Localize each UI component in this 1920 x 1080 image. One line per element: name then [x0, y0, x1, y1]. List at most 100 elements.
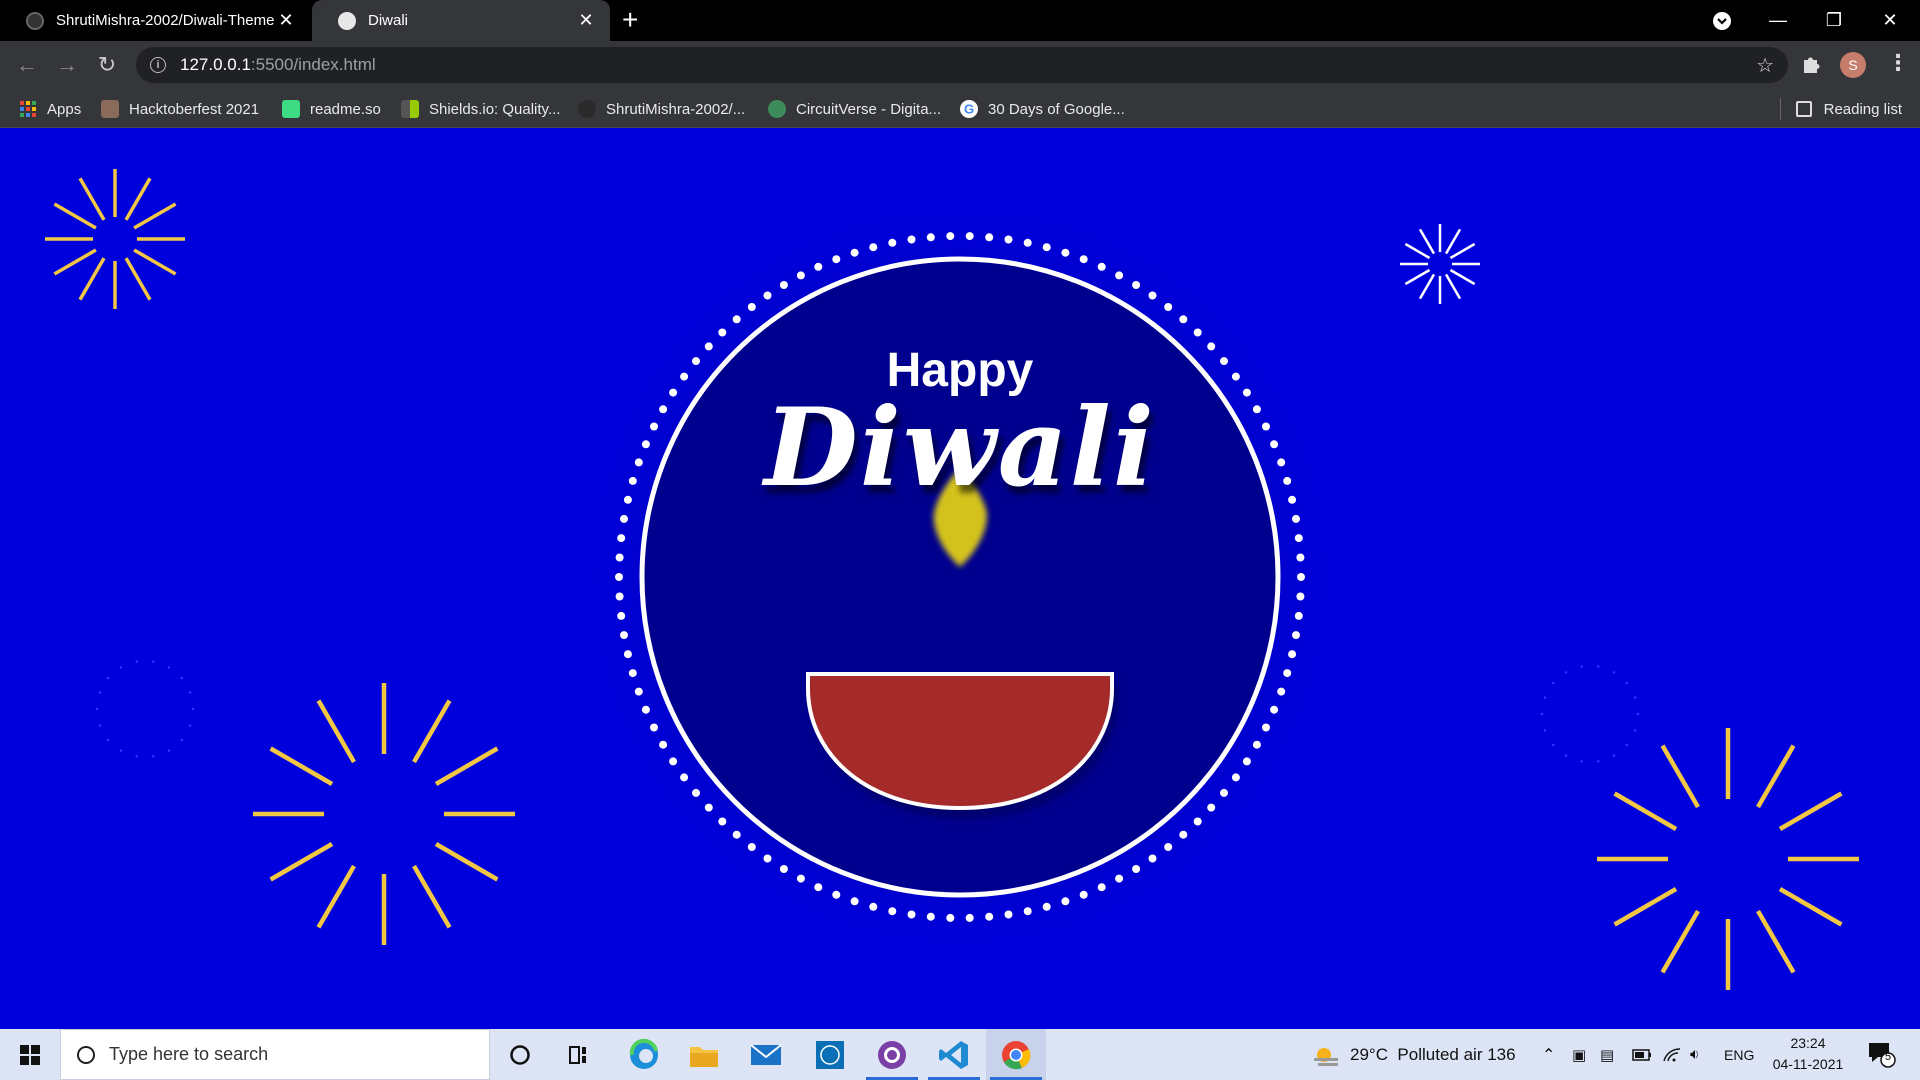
ring-dot [615, 573, 623, 581]
firework-ray [1778, 887, 1843, 927]
firework-ray [269, 842, 334, 882]
ring-dot [1132, 865, 1141, 873]
taskbar-chrome[interactable] [986, 1029, 1046, 1080]
cortana-button[interactable] [490, 1029, 550, 1080]
tab-github[interactable]: ShrutiMishra-2002/Diwali-Theme ✕ [0, 0, 310, 41]
firework-ray [1449, 242, 1476, 260]
firework-ray [1444, 273, 1462, 300]
taskbar-clock[interactable]: 23:24 04-11-2021 [1768, 1033, 1848, 1075]
task-view-button[interactable] [550, 1029, 610, 1080]
bookmarks-divider [1780, 98, 1781, 120]
bookmark-github-repo[interactable]: ShrutiMishra-2002/... [578, 90, 745, 128]
ring-dot [850, 897, 859, 906]
new-tab-button[interactable]: + [622, 6, 638, 34]
forward-button[interactable]: → [51, 49, 83, 81]
bookmark-readme[interactable]: readme.so [282, 90, 381, 128]
taskbar-file-explorer[interactable] [674, 1029, 734, 1080]
browser-menu-icon[interactable]: ⋮ [1887, 50, 1909, 76]
firework-ray [412, 864, 452, 929]
sparkle-dot [1580, 665, 1583, 668]
url-host: 127.0.0.1 [180, 55, 251, 74]
minimize-button[interactable]: — [1750, 0, 1806, 41]
sparkle-dot [152, 660, 155, 663]
bookmark-label: Shields.io: Quality... [429, 100, 561, 118]
weather-widget[interactable]: 29°C Polluted air 136 [1312, 1029, 1516, 1080]
sparkle-dot [1597, 760, 1600, 763]
close-icon[interactable]: ✕ [576, 10, 596, 31]
firework-ray [1404, 268, 1431, 286]
close-icon[interactable]: ✕ [276, 10, 296, 31]
ring-dot [1061, 248, 1070, 257]
volume-icon[interactable]: 🔉︎ [1690, 1029, 1699, 1080]
show-hidden-icons[interactable]: ⌃ [1542, 1029, 1555, 1080]
sparkle-dot [1543, 696, 1547, 699]
taskbar-mail[interactable] [736, 1029, 796, 1080]
ring-dot [615, 553, 624, 562]
mail-icon [750, 1043, 782, 1065]
ring-dot [779, 281, 788, 289]
ring-dot [946, 913, 955, 922]
site-info-icon[interactable]: i [150, 57, 166, 73]
folder-icon [690, 1046, 718, 1067]
sparkle-dot [98, 724, 102, 727]
ring-dot [796, 271, 805, 280]
search-placeholder: Type here to search [109, 1044, 269, 1064]
github-icon [578, 100, 596, 118]
url-path: :5500/index.html [250, 55, 376, 74]
back-button[interactable]: ← [11, 49, 43, 81]
reading-list-button[interactable]: Reading list [1795, 90, 1902, 128]
address-bar[interactable]: i 127.0.0.1:5500/index.html ☆ [136, 47, 1788, 83]
tab-strip: ShrutiMishra-2002/Diwali-Theme ✕ Diwali … [0, 0, 1920, 41]
ring-dot [1079, 890, 1088, 899]
ring-dot [1023, 907, 1032, 916]
reload-button[interactable]: ↻ [91, 49, 123, 81]
start-button[interactable] [0, 1029, 60, 1080]
ring-dot [985, 233, 994, 242]
clock-date: 04-11-2021 [1772, 1056, 1844, 1072]
bookmark-star-icon[interactable]: ☆ [1756, 53, 1774, 78]
windows-taskbar: Type here to search 29°C Polluted air 13… [0, 1029, 1920, 1080]
tab-search-button[interactable] [1694, 0, 1750, 41]
bookmark-google[interactable]: G 30 Days of Google... [960, 90, 1125, 128]
sparkle-dot [1543, 729, 1547, 732]
profile-avatar[interactable]: S [1840, 52, 1866, 78]
ring-dot [1115, 874, 1124, 883]
ring-dot [1297, 573, 1305, 581]
firework-ray [1660, 744, 1700, 809]
ring-dot [1193, 328, 1202, 337]
firework-ray [78, 177, 106, 221]
meet-now-icon[interactable]: ▣ [1572, 1029, 1586, 1080]
taskbar-github-desktop[interactable] [862, 1029, 922, 1080]
bookmark-label: ShrutiMishra-2002/... [606, 100, 746, 118]
dell-icon [816, 1040, 844, 1069]
extensions-puzzle-icon[interactable] [1800, 53, 1822, 81]
wifi-icon[interactable] [1662, 1029, 1682, 1080]
language-indicator[interactable]: ENG [1724, 1029, 1754, 1080]
window-close-button[interactable]: ✕ [1862, 0, 1918, 41]
sparkle-dot [119, 666, 123, 669]
taskbar-edge[interactable] [614, 1029, 674, 1080]
ring-dot [1061, 897, 1070, 906]
ring-dot [1179, 315, 1188, 324]
ring-dot [617, 611, 626, 620]
taskbar-dell[interactable] [800, 1029, 860, 1080]
ring-dot [718, 817, 727, 826]
taskbar-vscode[interactable] [924, 1029, 984, 1080]
bookmark-shields[interactable]: Shields.io: Quality... [401, 90, 560, 128]
tab-diwali[interactable]: Diwali ✕ [312, 0, 610, 41]
edge-icon [629, 1038, 658, 1069]
ring-dot [747, 843, 756, 851]
ring-dot [615, 592, 624, 601]
ring-dot [617, 534, 626, 543]
ring-dot [1277, 687, 1286, 696]
bookmark-circuitverse[interactable]: CircuitVerse - Digita... [768, 90, 941, 128]
bookmark-apps[interactable]: Apps [19, 90, 81, 128]
notification-center-button[interactable]: 5 [1866, 1039, 1896, 1069]
restore-button[interactable]: ❐ [1806, 0, 1862, 41]
battery-icon[interactable] [1632, 1029, 1652, 1080]
taskbar-search[interactable]: Type here to search [60, 1029, 490, 1080]
chrome-icon [1002, 1040, 1031, 1069]
ring-dot [1004, 235, 1013, 244]
network-adapter-icon[interactable]: ▤ [1600, 1029, 1614, 1080]
bookmark-hacktoberfest[interactable]: Hacktoberfest 2021 [101, 90, 259, 128]
